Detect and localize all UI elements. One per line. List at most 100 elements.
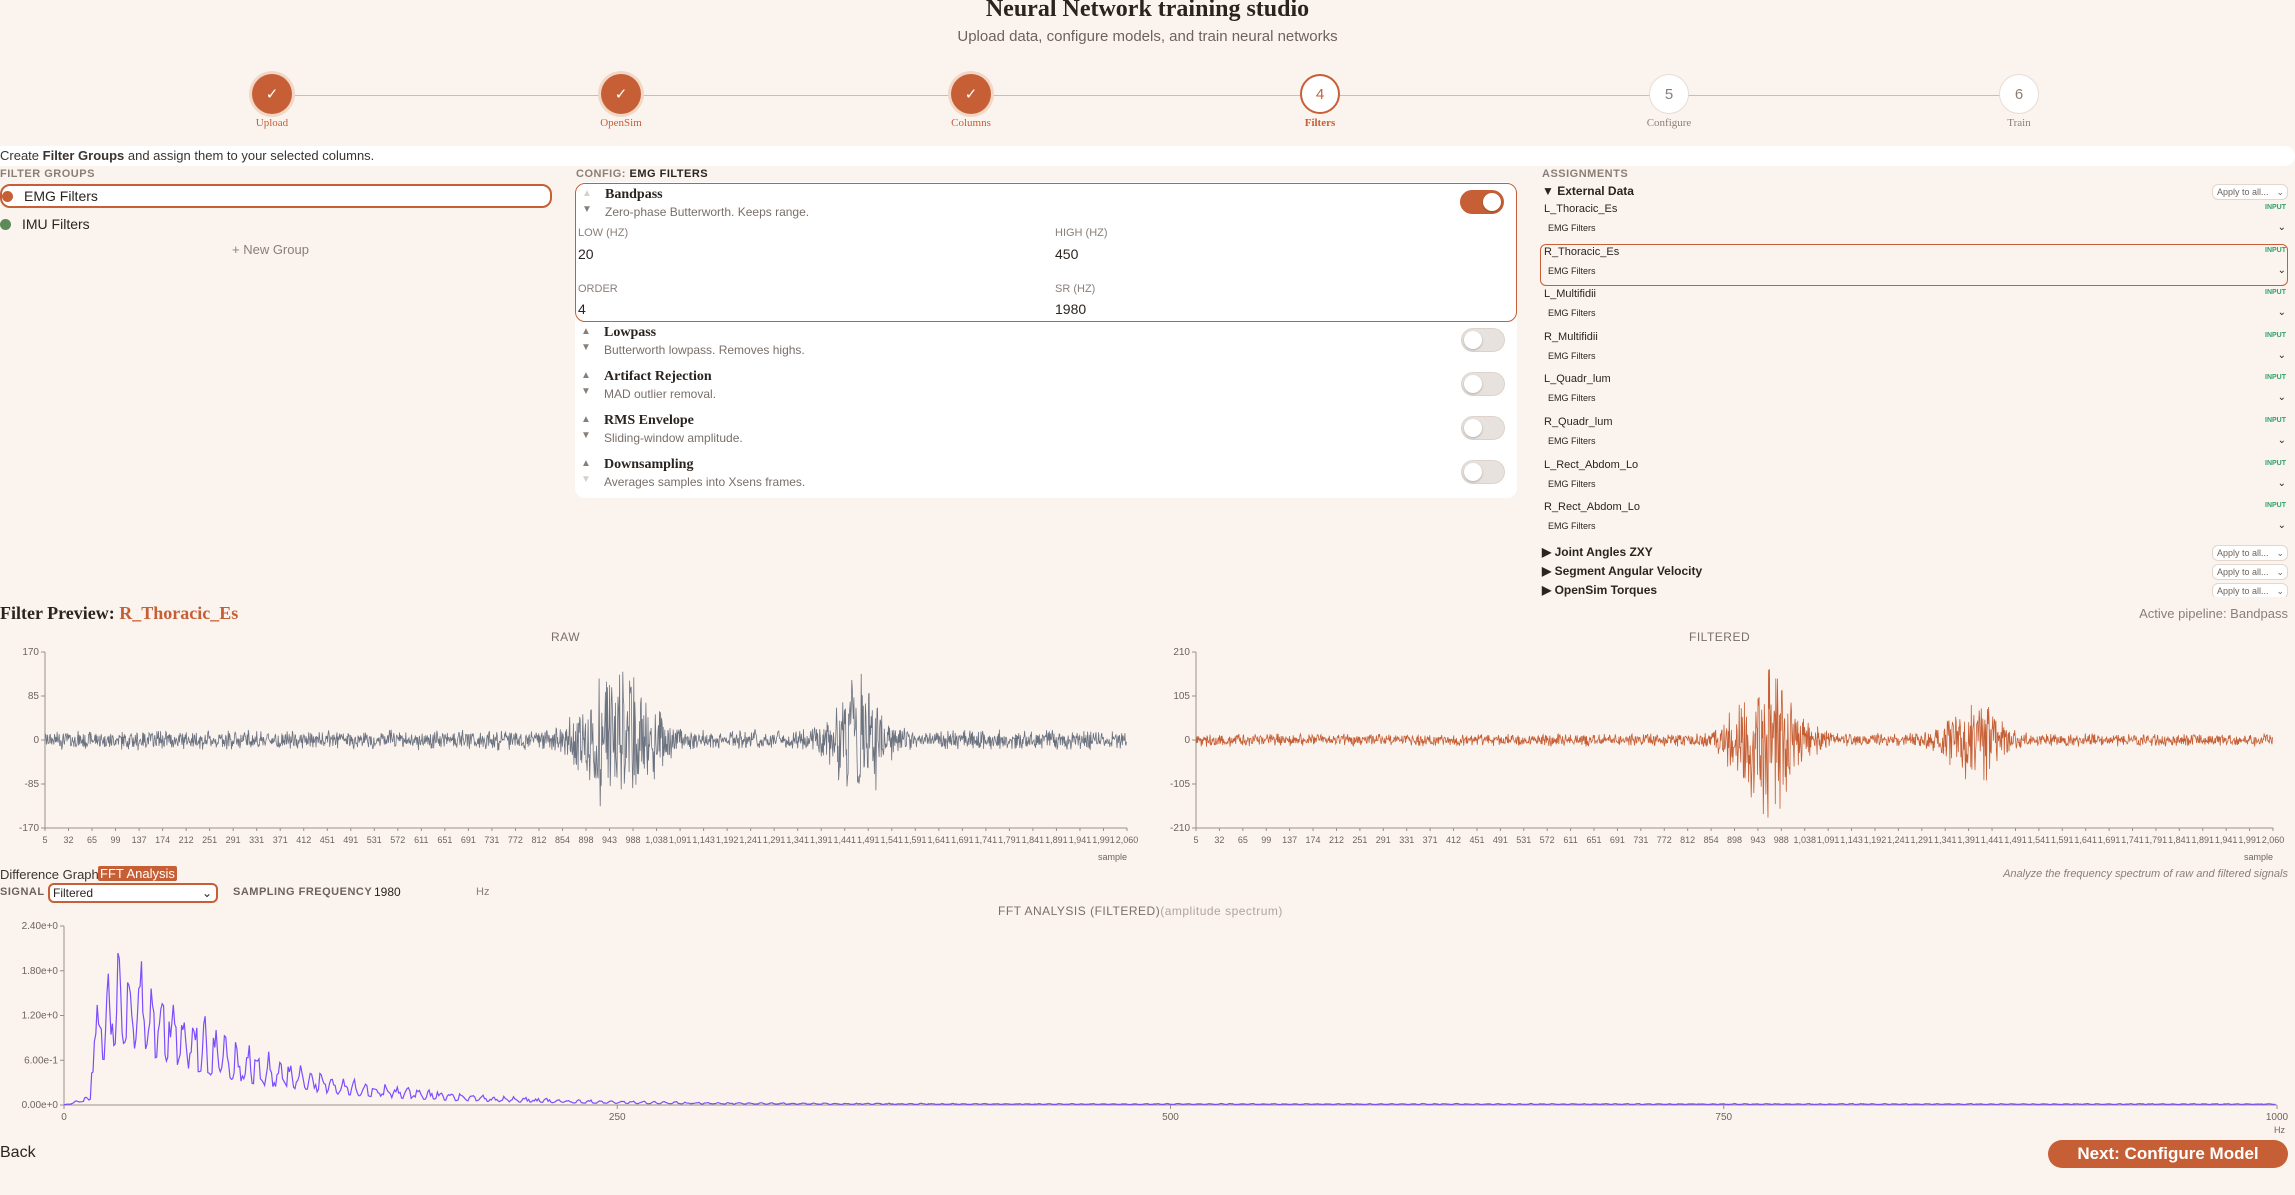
column-name[interactable]: L_Quadr_lum: [1544, 373, 1611, 385]
step-label: Filters: [1304, 117, 1336, 129]
step-configure[interactable]: 5 Configure: [1609, 74, 1729, 129]
reorder-arrows[interactable]: ▲ ▼: [581, 456, 591, 488]
order-input[interactable]: 4: [578, 301, 586, 317]
column-name[interactable]: R_Rect_Abdom_Lo: [1544, 501, 1640, 513]
reorder-arrows[interactable]: ▲ ▼: [582, 186, 592, 218]
y-tick-label: -170: [19, 823, 39, 834]
high-hz-input[interactable]: 450: [1055, 246, 1078, 262]
x-tick-label: 5: [1193, 835, 1198, 845]
apply-to-all-select[interactable]: Apply to all... ⌄: [2212, 545, 2288, 561]
x-tick-label: 1,391: [810, 835, 833, 845]
column-filter-select[interactable]: EMG Filters ⌄: [1544, 517, 2288, 535]
filter-group-imu[interactable]: IMU Filters: [0, 212, 552, 236]
x-tick-label: 99: [111, 835, 121, 845]
input-badge: INPUT: [2265, 417, 2286, 424]
x-tick-label: 812: [1680, 835, 1695, 845]
filter-row-downsampling: ▲ ▼ Downsampling Averages samples into Xsen…: [575, 454, 1517, 496]
y-tick-label: 0.00e+0: [22, 1100, 59, 1111]
reorder-arrows[interactable]: ▲ ▼: [581, 324, 591, 356]
column-filter-select[interactable]: EMG Filters ⌄: [1544, 304, 2288, 322]
column-filter-select[interactable]: EMG Filters ⌄: [1544, 475, 2288, 493]
column-filter-select[interactable]: EMG Filters ⌄: [1544, 432, 2288, 450]
step-upload[interactable]: ✓ Upload: [212, 74, 332, 129]
instructions: Create Filter Groups and assign them to …: [0, 146, 2295, 166]
preview-title: Filter Preview: R_Thoracic_Es: [0, 603, 239, 623]
x-tick-label: 1,891: [2191, 835, 2214, 845]
reorder-arrows[interactable]: ▲ ▼: [581, 412, 591, 444]
x-tick-label: 1,841: [2168, 835, 2191, 845]
filter-name: Downsampling: [604, 457, 694, 472]
step-label: OpenSim: [600, 117, 642, 129]
column-filter-select[interactable]: EMG Filters ⌄: [1544, 219, 2288, 237]
x-tick-label: 611: [1563, 835, 1577, 845]
group-segment-angular-velocity[interactable]: ▶ Segment Angular Velocity: [1542, 564, 1702, 578]
step-train[interactable]: 6 Train: [1959, 74, 2079, 129]
sampling-frequency-input[interactable]: 1980: [374, 885, 401, 899]
chevron-down-icon: ⌄: [2277, 520, 2286, 532]
column-name[interactable]: R_Thoracic_Es: [1544, 246, 1619, 258]
y-tick-label: 85: [28, 691, 40, 702]
x-tick-label: 1,641: [2074, 835, 2097, 845]
apply-to-all-select[interactable]: Apply to all... ⌄: [2212, 583, 2288, 597]
sr-hz-input[interactable]: 1980: [1055, 301, 1086, 317]
step-circle: 4: [1300, 74, 1340, 114]
low-hz-input[interactable]: 20: [578, 246, 594, 262]
group-joint-angles-zxy[interactable]: ▶ Joint Angles ZXY: [1542, 545, 1653, 559]
group-opensim-torques[interactable]: ▶ OpenSim Torques: [1542, 583, 1657, 597]
column-name[interactable]: L_Thoracic_Es: [1544, 203, 1617, 215]
step-columns[interactable]: ✓ Columns: [911, 74, 1031, 129]
group-external-data[interactable]: ▼ External Data: [1542, 184, 1634, 198]
x-tick-label: 99: [1261, 835, 1271, 845]
assignments-panel: ▼ External Data Apply to all... ⌄ L_Thora…: [1540, 181, 2288, 597]
reorder-arrows[interactable]: ▲ ▼: [581, 368, 591, 400]
column-name[interactable]: L_Rect_Abdom_Lo: [1544, 459, 1638, 471]
column-name[interactable]: R_Quadr_lum: [1544, 416, 1612, 428]
x-tick-label: 1,038: [1793, 835, 1816, 845]
x-tick-label: 531: [367, 835, 382, 845]
column-filter-select[interactable]: EMG Filters ⌄: [1544, 262, 2288, 280]
x-tick-label: 331: [249, 835, 264, 845]
x-tick-label: 251: [202, 835, 217, 845]
signal-select[interactable]: Filtered ⌄: [48, 883, 218, 903]
filter-toggle[interactable]: [1461, 460, 1505, 484]
tab-fft-analysis[interactable]: FFT Analysis: [98, 866, 177, 881]
filter-toggle[interactable]: [1461, 416, 1505, 440]
x-tick-label: 1,143: [692, 835, 715, 845]
tab-difference-graph[interactable]: Difference Graph: [0, 867, 99, 882]
group-color-dot: [0, 218, 11, 230]
apply-to-all-select[interactable]: Apply to all... ⌄: [2212, 184, 2288, 200]
filter-group-emg[interactable]: EMG Filters: [0, 184, 552, 208]
x-tick-label: 137: [132, 835, 147, 845]
filter-group-label: IMU Filters: [22, 216, 90, 232]
x-tick-label: 988: [626, 835, 641, 845]
filter-toggle[interactable]: [1461, 328, 1505, 352]
x-tick-label: 491: [343, 835, 358, 845]
step-opensim[interactable]: ✓ OpenSim: [561, 74, 681, 129]
y-tick-label: 0: [1184, 735, 1190, 746]
column-name[interactable]: R_Multifidii: [1544, 331, 1598, 343]
config-heading: CONFIG: EMG FILTERS: [576, 168, 709, 180]
bandpass-toggle[interactable]: [1460, 190, 1504, 214]
x-tick-label: 943: [1750, 835, 1765, 845]
apply-to-all-select[interactable]: Apply to all... ⌄: [2212, 564, 2288, 580]
chevron-down-icon: ⌄: [2277, 477, 2286, 489]
x-tick-label: 531: [1516, 835, 1531, 845]
filter-toggle[interactable]: [1461, 372, 1505, 396]
filter-groups-heading: FILTER GROUPS: [0, 168, 95, 180]
column-filter-select[interactable]: EMG Filters ⌄: [1544, 389, 2288, 407]
new-group-button[interactable]: + New Group: [232, 242, 309, 257]
y-tick-label: 210: [1173, 647, 1190, 658]
filter-name: Bandpass: [605, 187, 663, 202]
y-tick-label: -105: [1170, 779, 1190, 790]
back-button[interactable]: Back: [0, 1144, 36, 1162]
step-filters[interactable]: 4 Filters: [1260, 74, 1380, 129]
next-configure-model-button[interactable]: Next: Configure Model: [2048, 1140, 2288, 1168]
x-tick-label: 651: [437, 835, 452, 845]
column-name[interactable]: L_Multifidii: [1544, 288, 1596, 300]
x-tick-label: 572: [390, 835, 405, 845]
x-tick-label: 1,491: [2004, 835, 2027, 845]
column-filter-select[interactable]: EMG Filters ⌄: [1544, 347, 2288, 365]
step-label: Upload: [255, 117, 289, 129]
assignments-heading: ASSIGNMENTS: [1542, 168, 1629, 180]
filter-name: Artifact Rejection: [604, 369, 712, 384]
